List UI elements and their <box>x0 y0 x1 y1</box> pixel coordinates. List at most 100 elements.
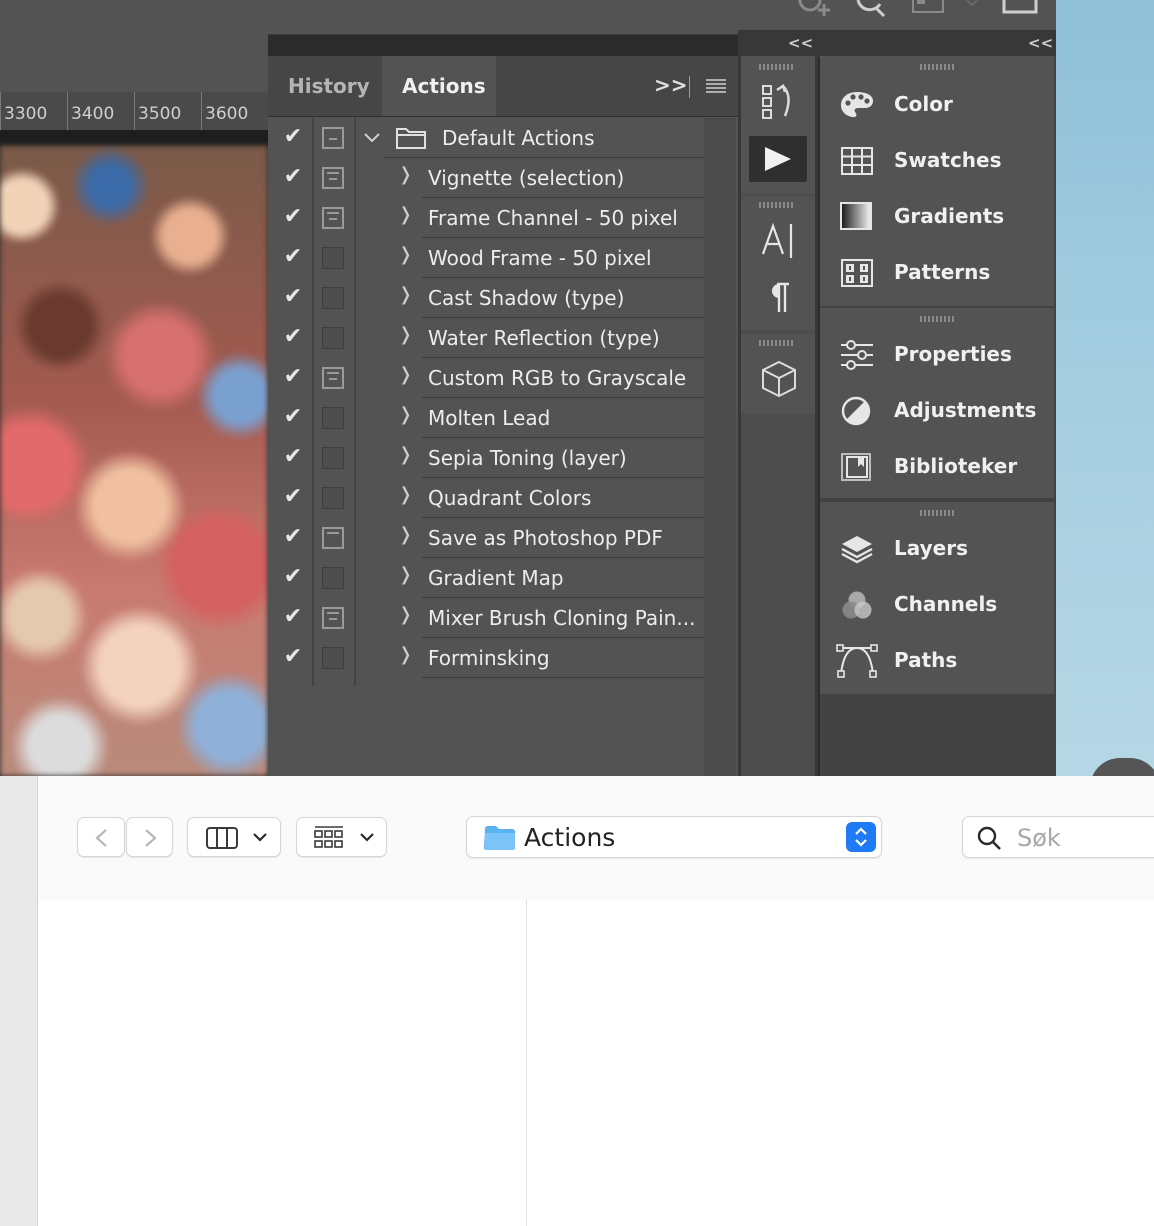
paragraph-icon[interactable] <box>765 280 791 314</box>
search-icon[interactable] <box>856 0 886 18</box>
action-row[interactable]: ✔ ❭ Custom RGB to Grayscale <box>268 358 704 398</box>
chevron-right-icon[interactable]: ❭ <box>398 444 413 465</box>
panel-item-properties[interactable]: Properties <box>820 328 1054 384</box>
panel-item-libraries[interactable]: Biblioteker <box>820 440 1054 496</box>
chevron-right-icon[interactable]: ❭ <box>398 484 413 505</box>
action-row[interactable]: ✔ ❭ Wood Frame - 50 pixel <box>268 238 704 278</box>
check-icon[interactable]: ✔ <box>282 524 304 550</box>
action-row[interactable]: ✔ ❭ Quadrant Colors <box>268 478 704 518</box>
dialog-toggle-icon[interactable] <box>322 367 344 389</box>
action-set-row[interactable]: ✔ Default Actions <box>268 118 704 158</box>
chevron-right-icon[interactable]: ❭ <box>398 404 413 425</box>
panel-item-adjustments[interactable]: Adjustments <box>820 384 1054 440</box>
check-icon[interactable]: ✔ <box>282 204 304 230</box>
chevron-right-icon[interactable]: ❭ <box>398 364 413 385</box>
check-icon[interactable]: ✔ <box>282 124 304 150</box>
chevron-right-icon[interactable]: ❭ <box>398 244 413 265</box>
chevron-right-icon[interactable]: ❭ <box>398 604 413 625</box>
grip-handle[interactable] <box>920 64 956 70</box>
dialog-toggle-icon[interactable] <box>322 167 344 189</box>
path-popup[interactable]: Actions <box>466 816 882 858</box>
collapse-dock-button[interactable]: << <box>1028 34 1053 52</box>
chevron-right-icon[interactable]: ❭ <box>398 204 413 225</box>
check-icon[interactable]: ✔ <box>282 364 304 390</box>
action-row[interactable]: ✔ ❭ Frame Channel - 50 pixel <box>268 198 704 238</box>
action-row[interactable]: ✔ ❭ Water Reflection (type) <box>268 318 704 358</box>
expand-panel-button[interactable]: >> <box>654 73 688 97</box>
panel-scrollbar[interactable] <box>704 118 736 776</box>
grip-handle[interactable] <box>759 340 795 346</box>
dialog-toggle-icon[interactable] <box>322 287 344 309</box>
grip-handle[interactable] <box>759 64 795 70</box>
check-icon[interactable]: ✔ <box>282 324 304 350</box>
chevron-right-icon[interactable]: ❭ <box>398 524 413 545</box>
grip-handle[interactable] <box>759 202 795 208</box>
canvas-image[interactable] <box>0 146 268 776</box>
window-icon[interactable] <box>1002 0 1038 16</box>
check-icon[interactable]: ✔ <box>282 244 304 270</box>
action-row[interactable]: ✔ ❭ Molten Lead <box>268 398 704 438</box>
action-row[interactable]: ✔ ❭ Mixer Brush Cloning Pain... <box>268 598 704 638</box>
dialog-toggle-icon[interactable] <box>322 407 344 429</box>
check-icon[interactable]: ✔ <box>282 564 304 590</box>
check-icon[interactable]: ✔ <box>282 484 304 510</box>
dialog-toggle-icon[interactable] <box>322 247 344 269</box>
action-row[interactable]: ✔ ❭ Vignette (selection) <box>268 158 704 198</box>
check-icon[interactable]: ✔ <box>282 284 304 310</box>
tab-actions[interactable]: Actions <box>382 56 496 116</box>
panel-item-layers[interactable]: Layers <box>820 522 1054 578</box>
panel-item-paths[interactable]: Paths <box>820 634 1054 690</box>
panel-item-channels[interactable]: Channels <box>820 578 1054 634</box>
forward-button[interactable] <box>126 817 173 857</box>
chevron-down-icon[interactable] <box>964 0 980 10</box>
grip-handle[interactable] <box>920 510 956 516</box>
chevron-right-icon[interactable]: ❭ <box>398 644 413 665</box>
dialog-toggle-icon[interactable] <box>322 647 344 669</box>
panel-item-color[interactable]: Color <box>820 78 1054 134</box>
back-button[interactable] <box>77 817 125 857</box>
dialog-toggle-icon[interactable] <box>322 327 344 349</box>
chevron-down-icon[interactable] <box>364 132 380 144</box>
panel-item-gradients[interactable]: Gradients <box>820 190 1054 246</box>
action-row[interactable]: ✔ ❭ Cast Shadow (type) <box>268 278 704 318</box>
action-row[interactable]: ✔ ❭ Sepia Toning (layer) <box>268 438 704 478</box>
finder-column[interactable] <box>38 900 526 1226</box>
action-row[interactable]: ✔ ❭ Forminsking <box>268 638 704 678</box>
group-by-button[interactable] <box>296 817 387 857</box>
finder-column[interactable] <box>527 900 1154 1226</box>
panel-item-patterns[interactable]: Patterns <box>820 246 1054 302</box>
dialog-toggle-icon[interactable] <box>322 567 344 589</box>
chevron-right-icon[interactable]: ❭ <box>398 284 413 305</box>
dialog-toggle-icon[interactable] <box>322 127 344 149</box>
chevron-right-icon[interactable]: ❭ <box>398 564 413 585</box>
check-icon[interactable]: ✔ <box>282 164 304 190</box>
chevron-right-icon[interactable]: ❭ <box>398 324 413 345</box>
action-name: Forminsking <box>428 646 550 670</box>
action-row[interactable]: ✔ ❭ Gradient Map <box>268 558 704 598</box>
check-icon[interactable]: ✔ <box>282 604 304 630</box>
dialog-toggle-icon[interactable] <box>322 607 344 629</box>
workspace-icon[interactable] <box>912 0 946 14</box>
grip-handle[interactable] <box>920 316 956 322</box>
share-icon[interactable] <box>796 0 836 18</box>
panel-menu-icon[interactable] <box>706 78 726 94</box>
tab-history[interactable]: History <box>268 56 390 116</box>
panel-item-label: Layers <box>894 536 968 560</box>
3d-cube-icon[interactable] <box>761 360 797 398</box>
check-icon[interactable]: ✔ <box>282 444 304 470</box>
dialog-toggle-icon[interactable] <box>322 207 344 229</box>
search-field[interactable]: Søk <box>962 816 1154 858</box>
dialog-toggle-icon[interactable] <box>322 447 344 469</box>
view-mode-button[interactable] <box>187 817 281 857</box>
play-action-button[interactable] <box>749 136 807 182</box>
check-icon[interactable]: ✔ <box>282 644 304 670</box>
character-icon[interactable] <box>761 222 795 260</box>
panel-item-swatches[interactable]: Swatches <box>820 134 1054 190</box>
check-icon[interactable]: ✔ <box>282 404 304 430</box>
collapse-dock-button[interactable]: << <box>788 34 813 52</box>
dialog-toggle-icon[interactable] <box>322 487 344 509</box>
action-row[interactable]: ✔ ❭ Save as Photoshop PDF <box>268 518 704 558</box>
history-brush-icon[interactable] <box>761 84 795 120</box>
dialog-toggle-icon[interactable] <box>322 527 344 549</box>
chevron-right-icon[interactable]: ❭ <box>398 164 413 185</box>
